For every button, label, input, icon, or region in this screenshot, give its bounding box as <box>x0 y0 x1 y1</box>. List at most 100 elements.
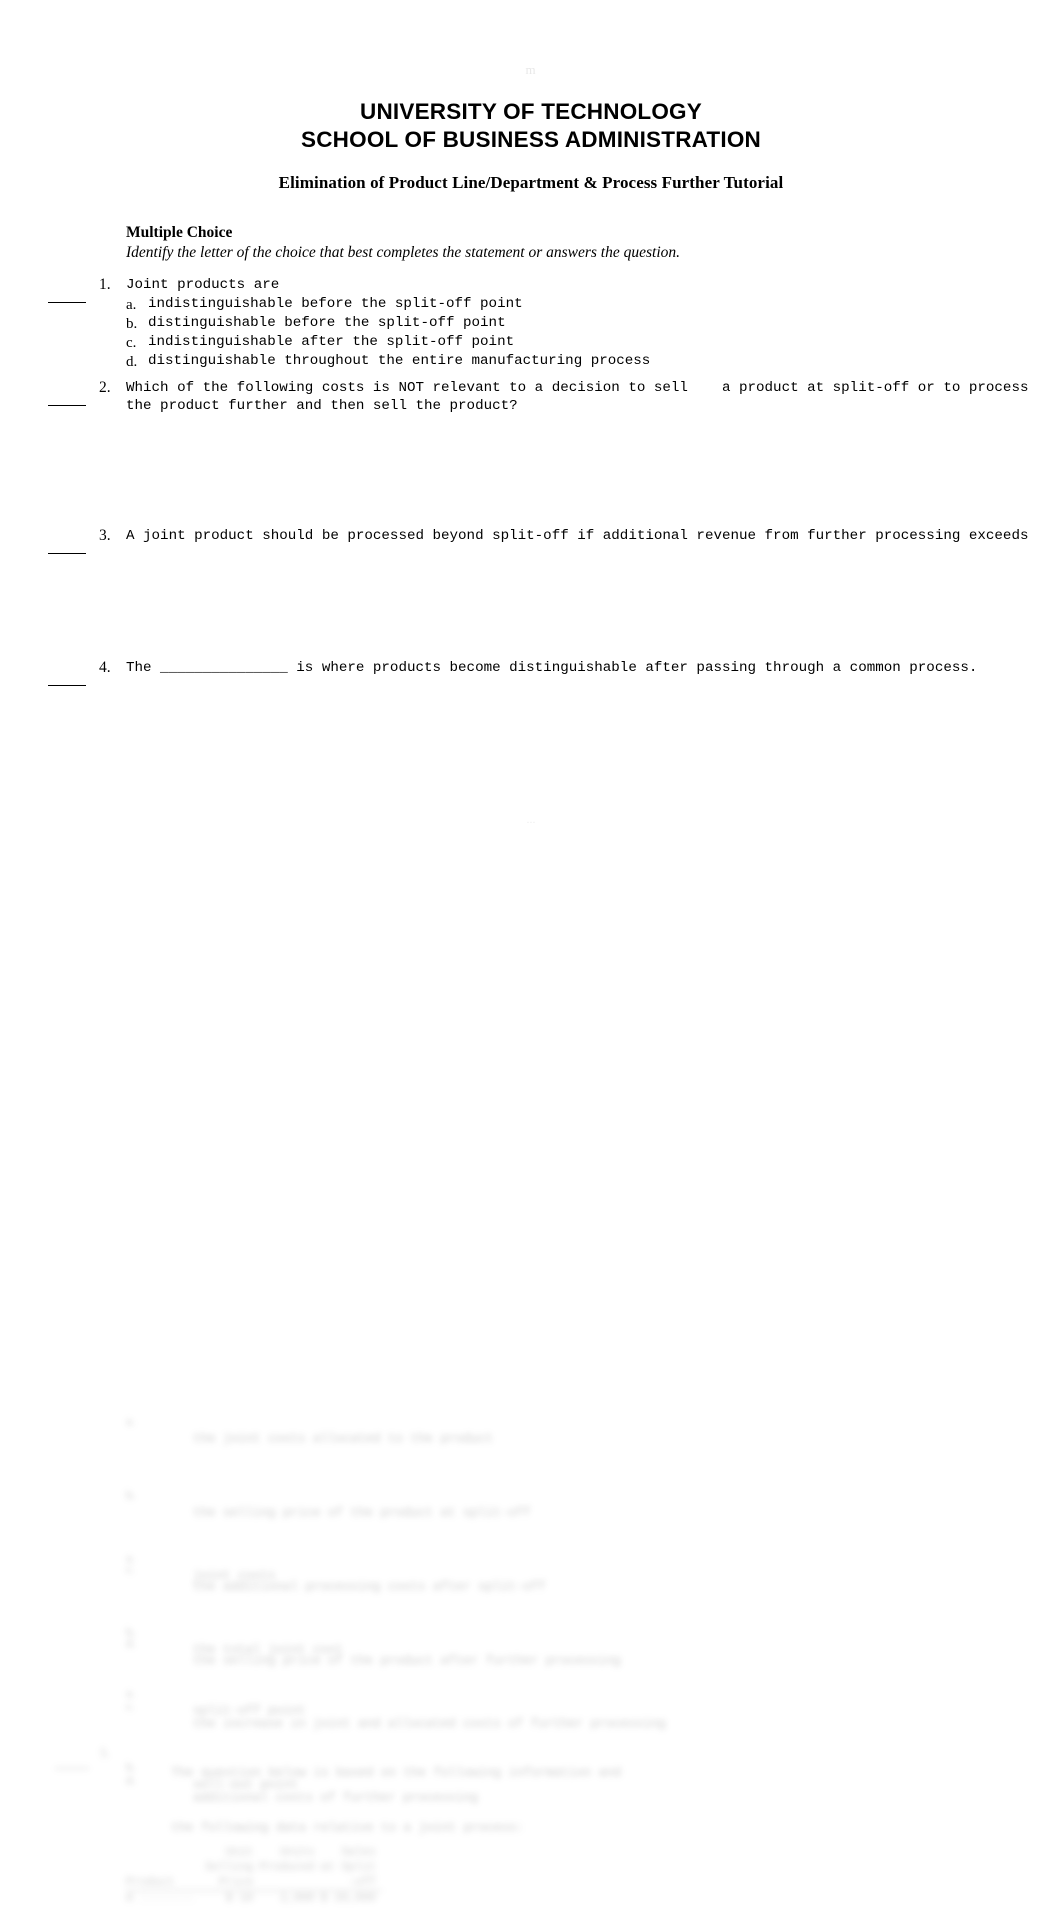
question-number-3: 3. <box>99 527 111 544</box>
question-item: 1. Joint products are a. indistinguishab… <box>0 276 1062 370</box>
choice-text: the increase in joint and allocated cost… <box>193 1717 666 1731</box>
table-cell: -off <box>320 1875 382 1891</box>
answer-blank-5 <box>55 1757 89 1769</box>
table-row: Selling Produced at Split <box>126 1860 382 1875</box>
choice-letter: b. <box>126 1758 136 1774</box>
choice-text: sell-out point <box>193 1778 299 1792</box>
choice-text: additional costs of further processing <box>193 1791 479 1805</box>
choice-letter: b. <box>126 1486 136 1502</box>
choice-letter: c. <box>126 1697 136 1713</box>
multiple-choice-heading: Multiple Choice <box>126 224 233 241</box>
obscured-line: c. the increase in joint and allocated c… <box>0 1678 1062 1752</box>
obscured-question-line-1: The question below is based on the follo… <box>171 1765 622 1780</box>
obscured-line: the following data relative to a joint p… <box>126 1801 1062 1857</box>
table-cell: $ 20,000 <box>320 1892 376 1905</box>
obscured-line: a. split-off point <box>0 1665 1062 1739</box>
choice-letter: a. <box>126 1684 136 1700</box>
choice-item: b. distinguishable before the split-off … <box>126 313 1062 332</box>
table-cell <box>259 1875 321 1891</box>
table-cell: A ........ <box>126 1892 196 1905</box>
table-cell: Produced <box>259 1861 315 1874</box>
choice-text: distinguishable throughout the entire ma… <box>148 353 651 369</box>
document-page: m UNIVERSITY OF TECHNOLOGY SCHOOL OF BUS… <box>0 0 1062 1931</box>
obscured-line: b. the total joint cost <box>0 1604 1062 1678</box>
choice-letter: d. <box>126 354 138 370</box>
question-item: 3. A joint product should be processed b… <box>0 527 1062 554</box>
choice-letter: d. <box>126 1634 136 1650</box>
choice-item: c. indistinguishable after the split-off… <box>126 332 1062 351</box>
choice-text: indistinguishable before the split-off p… <box>148 296 523 312</box>
table-row: Unit Units Sales <box>126 1845 382 1860</box>
question-item: 4. The _______________ is where products… <box>0 659 1062 686</box>
choice-text: the joint costs allocated to the product <box>193 1432 494 1446</box>
question-item: 2. Which of the following costs is NOT r… <box>0 379 1062 415</box>
table-cell <box>126 1860 205 1875</box>
choice-letter: a. <box>126 1549 136 1565</box>
question-text-2: Which of the following costs is NOT rele… <box>126 380 1037 414</box>
question-text-3: A joint product should be processed beyo… <box>126 528 1029 544</box>
table-row: A ........ $ 10 2,000 $ 20,000 <box>126 1891 382 1907</box>
top-page-artifact: m <box>525 62 537 77</box>
multiple-choice-directions: Identify the letter of the choice that b… <box>126 244 681 261</box>
obscured-line: b. sell-out point <box>0 1739 1062 1813</box>
answer-blank-2[interactable] <box>48 393 86 406</box>
obscured-line: The question below is based on the follo… <box>126 1745 1062 1801</box>
questions-list: 1. Joint products are a. indistinguishab… <box>0 276 1062 686</box>
table-cell: Sales <box>341 1846 376 1859</box>
choice-letter: b. <box>126 1623 136 1639</box>
question-number-2: 2. <box>99 379 111 396</box>
choice-letter: c. <box>126 335 137 351</box>
choice-letter: d. <box>126 1771 136 1787</box>
table-cell: at Split <box>320 1861 376 1874</box>
obscured-choice-group-2: a. joint costs b. the total joint cost c… <box>0 1530 1062 1826</box>
choices-list-1: a. indistinguishable before the split-of… <box>126 294 1062 370</box>
table-row: Product Price -off <box>126 1875 382 1891</box>
obscured-choice-group-1: a. the joint costs allocated to the prod… <box>0 1393 1062 1689</box>
question-number-5: 5. <box>100 1745 110 1760</box>
choice-text: the total joint cost <box>193 1643 344 1657</box>
table-cell: $ 10 <box>225 1892 254 1905</box>
choice-text: the additional processing costs after sp… <box>193 1580 546 1594</box>
obscured-choice-group-3: a. split-off point b. sell-out point <box>0 1665 1062 1813</box>
data-table: Unit Units Sales Selling Produced at Spl… <box>126 1845 382 1906</box>
table-cell: Unit <box>225 1846 254 1859</box>
table-cell: 2,000 <box>280 1892 315 1905</box>
table-cell <box>126 1845 205 1860</box>
obscured-line: c. the additional processing costs after… <box>0 1541 1062 1615</box>
table-cell: Selling <box>205 1861 254 1874</box>
choice-text: distinguishable before the split-off poi… <box>148 315 506 331</box>
institution-name: UNIVERSITY OF TECHNOLOGY <box>360 99 702 124</box>
instructions-block: Multiple Choice Identify the letter of t… <box>126 223 926 262</box>
obscured-line: d. the selling price of the product afte… <box>0 1615 1062 1689</box>
choice-letter: b. <box>126 316 138 332</box>
table-cell: Units <box>280 1846 315 1859</box>
answer-blank-4[interactable] <box>48 673 86 686</box>
choice-text: joint costs <box>193 1569 276 1583</box>
table-cell: Product <box>126 1875 206 1891</box>
answer-blank-3[interactable] <box>48 541 86 554</box>
obscured-question-line-2: the following data relative to a joint p… <box>171 1821 524 1835</box>
choice-text: the selling price of the product at spli… <box>193 1506 531 1520</box>
obscured-line: d. additional costs of further processin… <box>0 1752 1062 1826</box>
question-text-4: The _______________ is where products be… <box>126 660 978 676</box>
question-text-1: Joint products are <box>126 277 280 293</box>
obscured-data-table: Unit Units Sales Selling Produced at Spl… <box>0 1845 1062 1906</box>
question-number-1: 1. <box>99 276 111 293</box>
choice-item: d. distinguishable throughout the entire… <box>126 351 1062 370</box>
question-number-4: 4. <box>99 659 111 676</box>
document-subtitle: Elimination of Product Line/Department &… <box>278 173 784 192</box>
choice-letter: c. <box>126 1560 136 1576</box>
choice-letter: a. <box>126 1412 136 1428</box>
choice-text: split-off point <box>193 1704 306 1718</box>
obscured-line: a. joint costs <box>0 1530 1062 1604</box>
answer-blank-1[interactable] <box>48 290 86 303</box>
choice-letter: a. <box>126 297 137 313</box>
school-name: SCHOOL OF BUSINESS ADMINISTRATION <box>301 127 761 152</box>
obscured-line: a. the joint costs allocated to the prod… <box>0 1393 1062 1467</box>
mid-page-artifact: ... <box>526 812 536 826</box>
obscured-line: b. the selling price of the product at s… <box>0 1467 1062 1541</box>
table-cell: Price <box>205 1875 260 1891</box>
obscured-question-5: 5. The question below is based on the fo… <box>0 1745 1062 1856</box>
document-header: UNIVERSITY OF TECHNOLOGY SCHOOL OF BUSIN… <box>0 98 1062 154</box>
choice-text: indistinguishable after the split-off po… <box>148 334 515 350</box>
